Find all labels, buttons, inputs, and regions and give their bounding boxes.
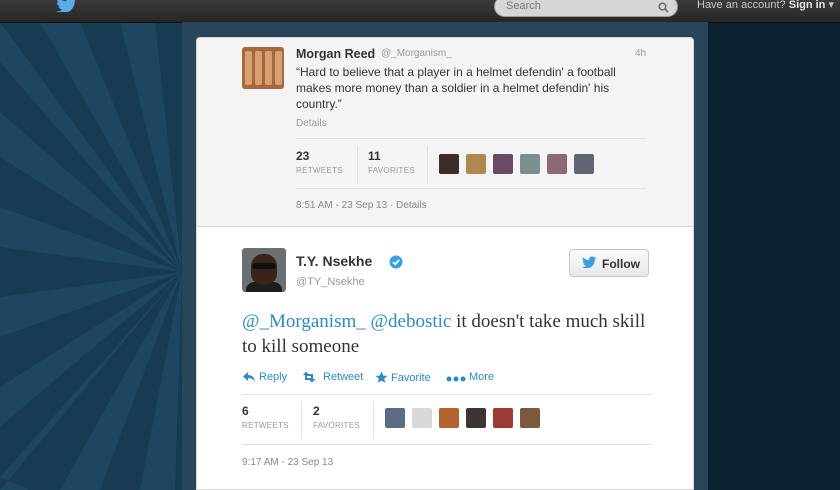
twitter-bird-icon[interactable]	[56, 0, 78, 17]
favorites-count: 11	[368, 149, 381, 163]
favorite-button[interactable]: Favorite	[375, 371, 431, 384]
tweet-card-focused[interactable]: T.Y. Nsekhe @TY_Nsekhe Follow @_Morganis…	[196, 226, 694, 490]
signin-link[interactable]: Have an account? Sign in ▾	[697, 0, 834, 11]
tweet-card-parent[interactable]: Morgan Reed @_Morganism_ 4h “Hard to bel…	[196, 37, 694, 227]
tweet-author-handle[interactable]: @TY_Nsekhe	[296, 276, 365, 288]
retweets-count: 6	[242, 404, 249, 418]
favoriter-avatar[interactable]	[574, 154, 594, 174]
reply-label: Reply	[259, 371, 288, 383]
tweet-time[interactable]: 4h	[635, 48, 646, 59]
divider	[296, 188, 646, 189]
signin-label[interactable]: Sign in	[789, 0, 826, 11]
retweets-label: RETWEETS	[296, 166, 343, 175]
mention-link[interactable]: @_Morganism_	[242, 311, 366, 332]
tweet-author-handle[interactable]: @_Morganism_	[381, 48, 452, 59]
divider	[357, 146, 358, 184]
retweet-button[interactable]: Retweet	[302, 371, 363, 383]
favoriter-avatar[interactable]	[547, 154, 567, 174]
favoriter-avatar[interactable]	[385, 408, 405, 428]
divider	[427, 146, 428, 184]
retweets-stat[interactable]: 6 RETWEETS	[242, 404, 289, 430]
more-dots-icon	[446, 376, 466, 382]
favoriter-avatar[interactable]	[439, 154, 459, 174]
divider	[242, 444, 652, 445]
divider	[296, 138, 646, 139]
favoriter-avatar[interactable]	[520, 154, 540, 174]
favoriter-avatar[interactable]	[466, 154, 486, 174]
avatar[interactable]	[242, 248, 286, 292]
retweets-label: RETWEETS	[242, 421, 289, 430]
retweet-label: Retweet	[323, 371, 364, 383]
retweet-icon	[303, 371, 316, 383]
background-rays	[0, 22, 182, 490]
favorite-label: Favorite	[391, 372, 431, 384]
divider	[242, 394, 652, 395]
tweet-text: @_Morganism_ @debostic it doesn't take m…	[242, 309, 662, 359]
star-icon	[375, 371, 388, 383]
tweet-timestamp[interactable]: 9:17 AM - 23 Sep 13	[242, 457, 333, 468]
top-navigation-bar: Search Have an account? Sign in ▾	[0, 0, 840, 23]
mention-link[interactable]: @debostic	[371, 311, 452, 332]
search-icon[interactable]	[658, 0, 669, 18]
signin-prefix: Have an account?	[697, 0, 786, 11]
details-link[interactable]: Details	[296, 118, 327, 129]
favoriter-avatar[interactable]	[412, 408, 432, 428]
chevron-down-icon: ▾	[828, 0, 834, 11]
follow-button[interactable]: Follow	[569, 249, 649, 277]
retweets-count: 23	[296, 149, 310, 163]
divider	[373, 401, 374, 439]
search-input[interactable]: Search	[494, 0, 678, 17]
favoriter-avatar[interactable]	[520, 408, 540, 428]
favoriter-avatar[interactable]	[493, 408, 513, 428]
reply-icon	[243, 372, 255, 382]
tweet-timestamp[interactable]: 8:51 AM - 23 Sep 13 · Details	[296, 200, 427, 211]
background-right	[708, 22, 840, 490]
favoriter-avatar[interactable]	[466, 408, 486, 428]
more-button[interactable]: More	[446, 371, 494, 383]
avatar[interactable]	[242, 47, 284, 89]
favorites-stat[interactable]: 11 FAVORITES	[368, 149, 415, 175]
follow-label: Follow	[602, 257, 640, 271]
tweet-author-name[interactable]: T.Y. Nsekhe	[296, 253, 372, 269]
tweet-text: “Hard to believe that a player in a helm…	[296, 65, 616, 111]
favoriter-avatar[interactable]	[493, 154, 513, 174]
favorites-stat[interactable]: 2 FAVORITES	[313, 404, 360, 430]
verified-badge-icon	[389, 255, 403, 274]
favoriter-avatar[interactable]	[439, 408, 459, 428]
tweet-author-name[interactable]: Morgan Reed	[296, 47, 375, 61]
favorites-count: 2	[313, 404, 320, 418]
more-label: More	[469, 371, 495, 383]
divider	[301, 401, 302, 439]
search-placeholder: Search	[506, 0, 541, 12]
twitter-bird-icon	[582, 256, 597, 271]
favorites-label: FAVORITES	[368, 166, 416, 175]
reply-button[interactable]: Reply	[242, 371, 287, 383]
retweets-stat[interactable]: 23 RETWEETS	[296, 149, 343, 175]
favorites-label: FAVORITES	[313, 421, 361, 430]
